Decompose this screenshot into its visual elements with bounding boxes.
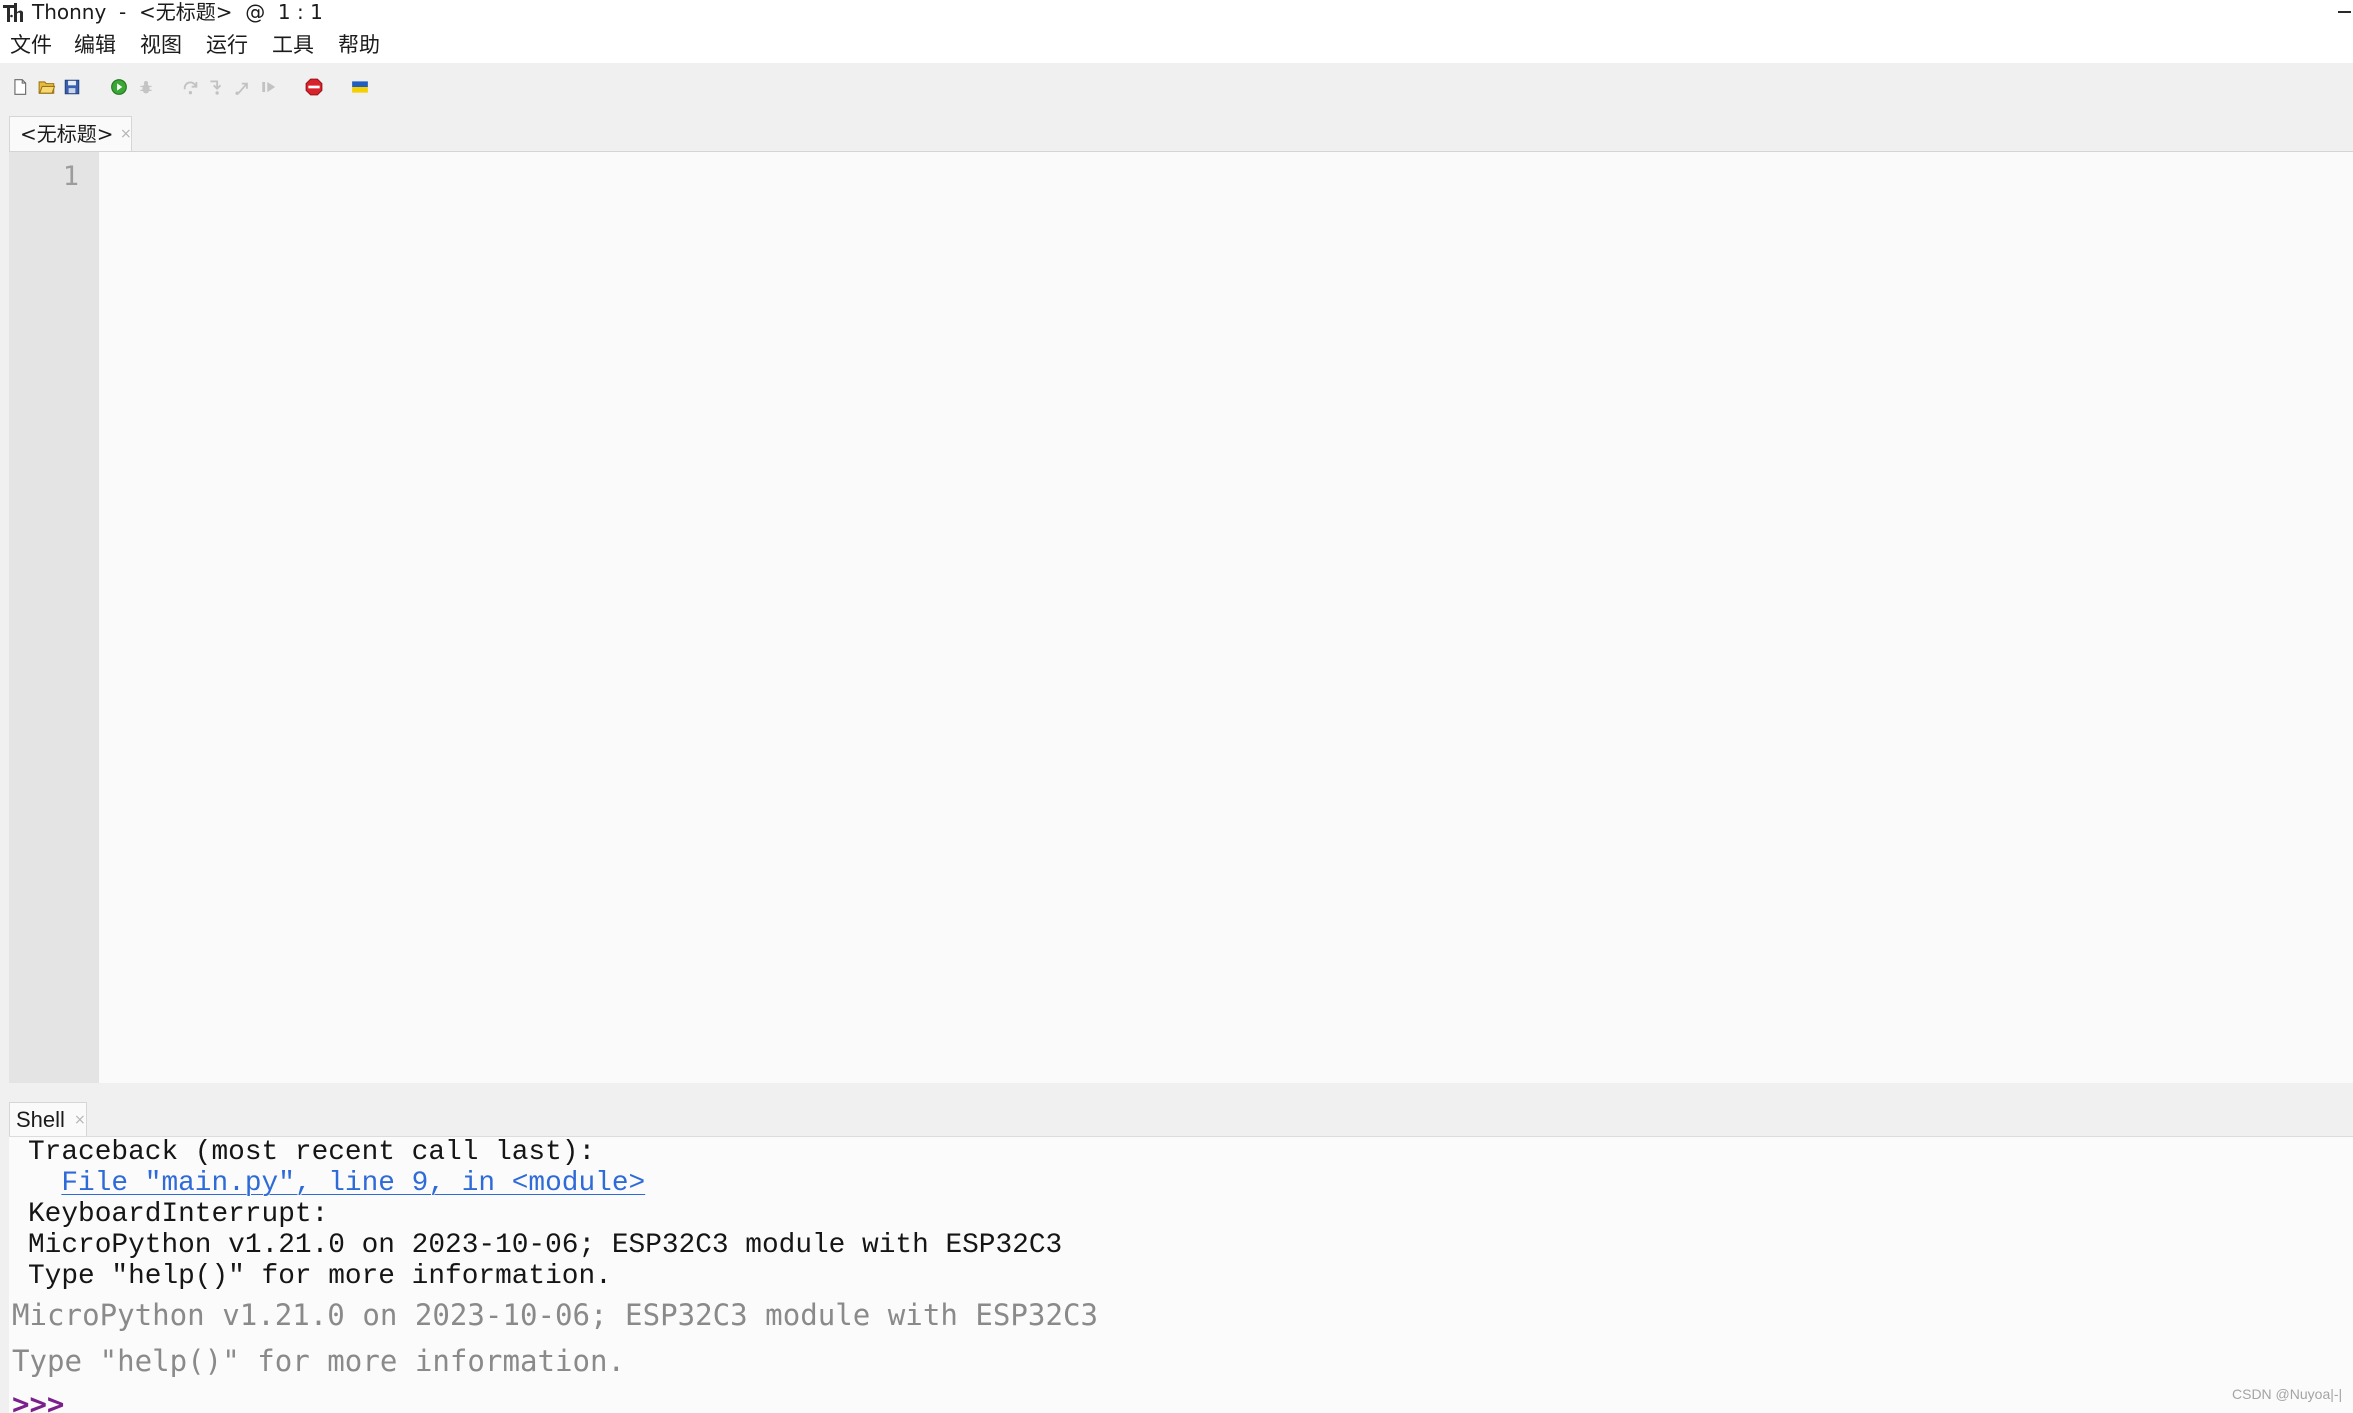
- step-into-icon: [210, 80, 222, 95]
- stop-button[interactable]: [301, 74, 327, 100]
- shell-console[interactable]: Traceback (most recent call last): File …: [9, 1136, 2353, 1413]
- step-out-icon: [235, 82, 248, 95]
- thonny-logo-icon: [2, 2, 26, 24]
- save-file-button[interactable]: [59, 74, 85, 100]
- step-out-button[interactable]: [230, 74, 256, 100]
- step-into-button[interactable]: [203, 74, 229, 100]
- shell-traceback-line: File "main.py", line 9, in <module>: [9, 1168, 2353, 1199]
- menu-file[interactable]: 文件: [9, 28, 53, 63]
- toolbar: [0, 63, 2353, 108]
- editor-tab-untitled[interactable]: <无标题> ×: [9, 116, 132, 151]
- step-over-button[interactable]: [178, 74, 204, 100]
- new-file-icon: [14, 79, 27, 95]
- shell-prompt[interactable]: >>>: [9, 1384, 2353, 1413]
- shell-output-line: KeyboardInterrupt:: [28, 1199, 329, 1230]
- menu-tools[interactable]: 工具: [271, 28, 315, 63]
- support-ukraine-button[interactable]: [347, 74, 373, 100]
- run-script-button[interactable]: [106, 74, 132, 100]
- watermark: CSDN @Nuyoa|-|: [2232, 1386, 2343, 1402]
- shell-tab-label: Shell: [16, 1107, 65, 1132]
- editor-tab-bar: <无标题> ×: [0, 108, 2353, 151]
- step-over-icon: [183, 81, 198, 95]
- tab-shell[interactable]: Shell ×: [9, 1102, 87, 1136]
- resume-button[interactable]: [256, 74, 282, 100]
- menu-help[interactable]: 帮助: [337, 28, 381, 63]
- stop-icon: [305, 78, 323, 96]
- ukraine-flag-icon: [352, 81, 368, 93]
- menu-run[interactable]: 运行: [205, 28, 249, 63]
- code-text-area[interactable]: [99, 159, 2353, 1083]
- shell-tab-bar: Shell ×: [0, 1100, 2353, 1136]
- save-file-icon: [64, 79, 80, 95]
- open-file-icon: [38, 81, 56, 94]
- shell-output-line: MicroPython v1.21.0 on 2023-10-06; ESP32…: [28, 1230, 1063, 1261]
- new-file-button[interactable]: [7, 74, 33, 100]
- shell-output-line: Type "help()" for more information.: [28, 1261, 612, 1292]
- close-icon[interactable]: ×: [120, 117, 132, 151]
- window-title: Thonny - <无标题> @ 1 : 1: [32, 0, 323, 24]
- shell-welcome-line: Type "help()" for more information.: [12, 1344, 626, 1378]
- shell-output-line: Traceback (most recent call last):: [28, 1137, 596, 1168]
- code-editor[interactable]: 1: [9, 151, 2353, 1083]
- run-script-icon: [111, 79, 127, 95]
- resume-icon: [262, 81, 276, 93]
- open-file-button[interactable]: [34, 74, 60, 100]
- menu-view[interactable]: 视图: [139, 28, 183, 63]
- line-number-gutter: 1: [9, 152, 99, 1083]
- title-bar: Thonny - <无标题> @ 1 : 1: [0, 0, 2353, 28]
- debug-script-button[interactable]: [133, 74, 159, 100]
- debug-script-icon: [140, 81, 152, 94]
- close-icon[interactable]: ×: [74, 1103, 86, 1137]
- line-number: 1: [62, 161, 79, 192]
- editor-tab-label: <无标题>: [20, 122, 114, 146]
- minimize-button[interactable]: [2336, 2, 2353, 22]
- traceback-file-link[interactable]: File "main.py", line 9, in <module>: [61, 1168, 645, 1199]
- menu-bar: 文件 编辑 视图 运行 工具 帮助: [0, 28, 2353, 63]
- menu-edit[interactable]: 编辑: [73, 28, 117, 63]
- minimize-icon: [2338, 11, 2351, 13]
- shell-welcome-line: MicroPython v1.21.0 on 2023-10-06; ESP32…: [12, 1298, 1098, 1332]
